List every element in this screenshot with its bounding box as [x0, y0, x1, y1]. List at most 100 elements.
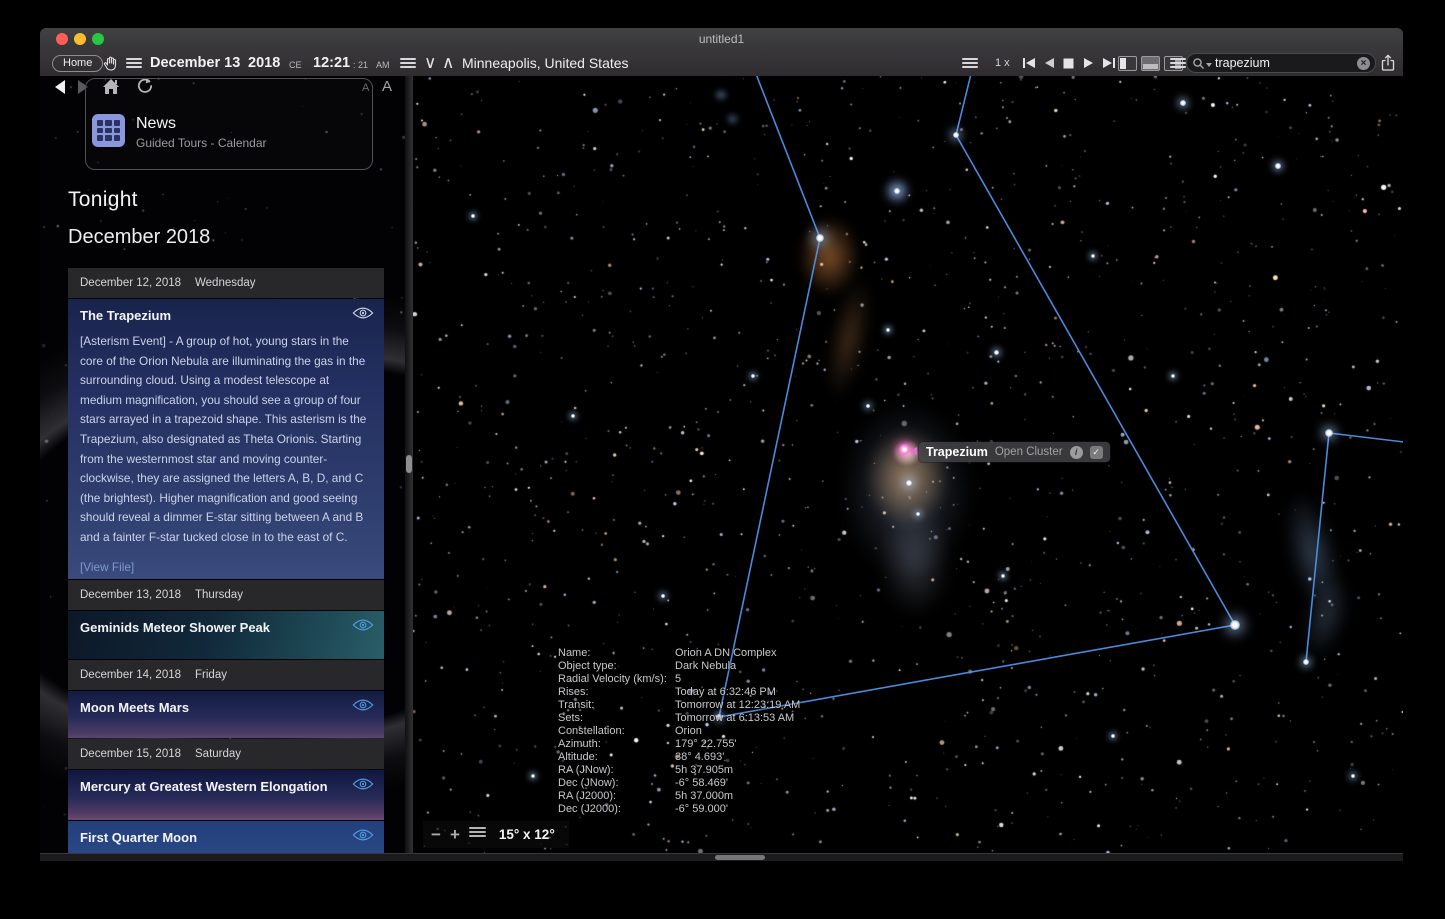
share-icon[interactable]	[1380, 50, 1396, 76]
date-menu-icon[interactable]	[126, 50, 142, 76]
info-row: Transit:Tomorrow at 12:23:19 AM	[558, 699, 800, 712]
news-card[interactable]: News Guided Tours - Calendar	[85, 78, 373, 170]
bright-star	[1303, 659, 1309, 665]
event-title: Geminids Meteor Shower Peak	[68, 611, 384, 635]
eye-icon[interactable]	[352, 777, 374, 791]
event-title: Mercury at Greatest Western Elongation	[68, 770, 384, 794]
event-title: First Quarter Moon	[68, 821, 384, 845]
info-row: RA (J2000):5h 37.000m	[558, 790, 800, 803]
toolbar-ampm: AM	[376, 52, 390, 78]
horizontal-scrollbar[interactable]	[40, 853, 1403, 861]
eye-icon[interactable]	[352, 698, 374, 712]
object-type: Open Cluster	[995, 446, 1063, 458]
search-scope-chevron-icon[interactable]	[1206, 63, 1212, 67]
bright-star	[1230, 620, 1240, 630]
event-item[interactable]: Mercury at Greatest Western Elongation	[68, 770, 384, 820]
app-window: untitled1 Home December 13 2018 CE 12:21…	[40, 28, 1403, 861]
zoom-in-button[interactable]: +	[450, 821, 460, 848]
selected-object-marker[interactable]	[899, 444, 910, 455]
pane-layout-bottom-icon[interactable]	[1141, 56, 1160, 71]
toolbar-time[interactable]: 12:21	[313, 50, 350, 76]
sidebar: A A News Guided Tours - Calendar Tonight…	[40, 76, 405, 853]
play-icon[interactable]	[1083, 50, 1095, 76]
pane-layout-left-icon[interactable]	[1118, 56, 1137, 71]
location-label[interactable]: Minneapolis, United States	[462, 50, 629, 76]
checkbox-icon[interactable]: ✓	[1090, 446, 1103, 459]
event-item[interactable]: The Trapezium [Asterism Event] - A group…	[68, 299, 384, 579]
event-title: The Trapezium	[68, 299, 384, 323]
search-clear-icon[interactable]: ×	[1357, 57, 1370, 70]
skip-to-start-icon[interactable]	[1022, 50, 1036, 76]
info-row: Sets:Tomorrow at 6:13:53 AM	[558, 712, 800, 725]
info-row: Constellation:Orion	[558, 725, 800, 738]
info-row: Rises:Today at 6:32:46 PM	[558, 686, 800, 699]
object-name: Trapezium	[926, 445, 988, 459]
info-row: Dec (J2000):-6° 59.000'	[558, 803, 800, 816]
search-input-value[interactable]: trapezium	[1215, 56, 1270, 70]
skip-to-end-icon[interactable]	[1102, 50, 1116, 76]
toolbar-date[interactable]: December 13	[150, 50, 240, 76]
date-header: December 13, 2018Thursday	[68, 580, 384, 610]
eye-icon[interactable]	[352, 828, 374, 842]
chevron-down-icon[interactable]: ∨	[424, 50, 436, 76]
info-icon[interactable]: i	[1070, 446, 1083, 459]
hand-tool-icon[interactable]	[102, 50, 119, 76]
info-row: Altitude:38° 4.693'	[558, 751, 800, 764]
time-flow-rate[interactable]: 1 x	[995, 50, 1010, 76]
month-heading: December 2018	[68, 226, 210, 249]
toolbar-year[interactable]: 2018	[248, 50, 280, 76]
step-back-icon[interactable]	[1043, 50, 1055, 76]
calendar-icon	[92, 114, 125, 147]
info-row: Object type:Dark Nebula	[558, 660, 800, 673]
zoom-out-button[interactable]: −	[431, 821, 441, 848]
pane-splitter[interactable]	[405, 76, 413, 853]
bright-star	[1275, 163, 1280, 168]
info-row: Name:Orion A DN Complex	[558, 647, 800, 660]
eye-icon[interactable]	[352, 306, 374, 320]
tonight-heading: Tonight	[68, 188, 138, 212]
time-menu-icon[interactable]	[400, 50, 416, 76]
pane-splitter-handle[interactable]	[406, 455, 412, 473]
view-options-icon[interactable]	[1170, 50, 1186, 76]
info-row: Dec (JNow):-6° 58.469'	[558, 777, 800, 790]
event-item[interactable]: First Quarter Moon	[68, 821, 384, 853]
event-description: [Asterism Event] - A group of hot, young…	[68, 323, 384, 548]
fov-controls: − + 15° x 12°	[423, 821, 569, 848]
home-button[interactable]: Home	[52, 55, 103, 72]
stop-icon[interactable]	[1063, 50, 1074, 76]
bright-star	[1180, 100, 1186, 106]
fov-menu-icon[interactable]	[469, 825, 486, 844]
fov-label: 15° x 12°	[499, 827, 555, 842]
titlebar: untitled1	[40, 28, 1403, 51]
chevron-up-icon[interactable]: ∧	[442, 50, 454, 76]
nav-back-icon[interactable]	[55, 80, 65, 94]
bright-star	[1325, 429, 1333, 437]
object-info-panel: Name:Orion A DN ComplexObject type:Dark …	[558, 647, 800, 816]
window-title: untitled1	[40, 28, 1403, 50]
horizontal-scrollbar-thumb[interactable]	[715, 855, 765, 860]
event-title: Moon Meets Mars	[68, 691, 384, 715]
event-list: December 12, 2018WednesdayThe Trapezium …	[68, 268, 384, 853]
info-row: Radial Velocity (km/s):5	[558, 673, 800, 686]
event-item[interactable]: Moon Meets Mars	[68, 691, 384, 738]
info-row: Azimuth:179° 22.755'	[558, 738, 800, 751]
search-field[interactable]: trapezium ×	[1186, 53, 1376, 73]
bright-star	[994, 350, 999, 355]
selection-arrow-icon	[910, 447, 917, 455]
font-increase-button[interactable]: A	[382, 78, 392, 95]
date-header: December 12, 2018Wednesday	[68, 268, 384, 298]
bright-star	[894, 188, 900, 194]
search-icon	[1192, 57, 1205, 70]
view-file-link[interactable]: [View File]	[68, 548, 384, 574]
eye-icon[interactable]	[352, 618, 374, 632]
selected-object-label[interactable]: Trapezium Open Cluster i ✓	[919, 442, 1110, 462]
info-row: RA (JNow):5h 37.905m	[558, 764, 800, 777]
news-subtitle: Guided Tours - Calendar	[136, 136, 267, 150]
event-item[interactable]: Geminids Meteor Shower Peak	[68, 611, 384, 659]
sky-view[interactable]: Trapezium Open Cluster i ✓ Name:Orion A …	[413, 76, 1403, 853]
playback-menu-icon[interactable]	[962, 50, 978, 76]
toolbar-era: CE	[289, 52, 302, 78]
toolbar: Home December 13 2018 CE 12:21 : 21 AM ∨…	[40, 50, 1403, 77]
news-title: News	[136, 115, 176, 133]
date-header: December 15, 2018Saturday	[68, 739, 384, 769]
